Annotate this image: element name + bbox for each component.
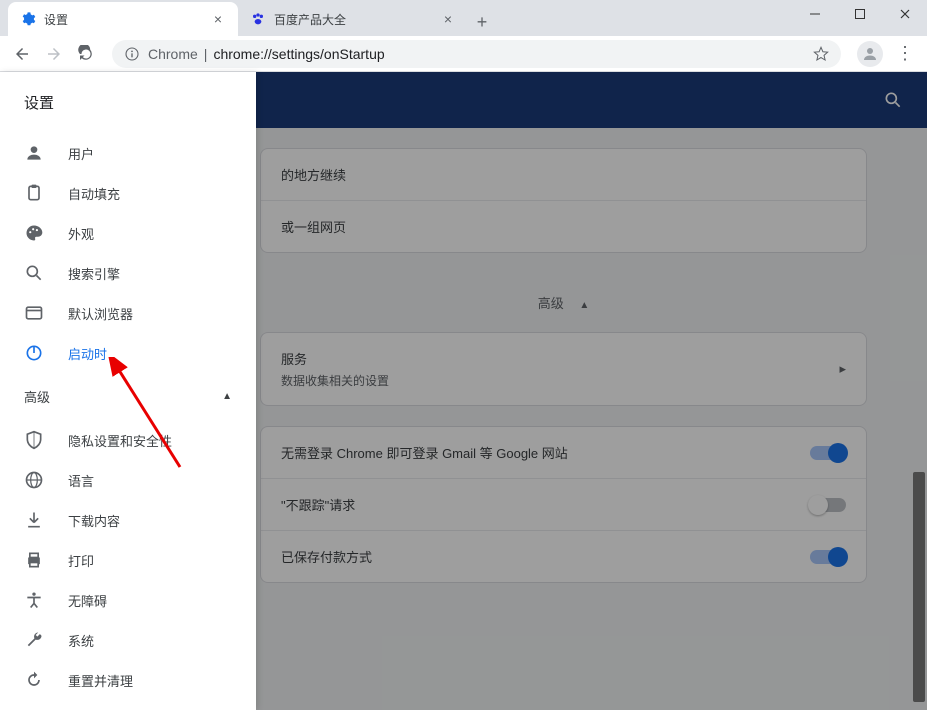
close-window-button[interactable] — [882, 0, 927, 28]
tab-baidu[interactable]: 百度产品大全 × — [238, 2, 468, 36]
baidu-paw-icon — [250, 11, 266, 27]
advanced-label: 高级 — [24, 387, 50, 406]
close-tab-icon[interactable]: × — [440, 11, 456, 27]
clipboard-icon — [24, 183, 44, 203]
minimize-button[interactable] — [792, 0, 837, 28]
person-icon — [24, 143, 44, 163]
profile-avatar[interactable] — [857, 41, 883, 67]
gear-icon — [20, 11, 36, 27]
kebab-menu-button[interactable]: ⋮ — [891, 40, 919, 68]
chrome-info-icon — [124, 46, 140, 62]
tab-strip: 设置 × 百度产品大全 × + — [0, 0, 927, 36]
sidebar-item-label: 隐私设置和安全性 — [68, 431, 172, 450]
shield-icon — [24, 430, 44, 450]
url-path: chrome://settings/onStartup — [213, 46, 384, 62]
sidebar-item-label: 语言 — [68, 471, 94, 490]
sidebar-item-label: 无障碍 — [68, 591, 107, 610]
bookmark-star-icon[interactable] — [813, 46, 829, 62]
tab-settings[interactable]: 设置 × — [8, 2, 238, 36]
sidebar-item-appearance[interactable]: 外观 — [0, 213, 256, 253]
new-tab-button[interactable]: + — [468, 8, 496, 36]
globe-icon — [24, 470, 44, 490]
url-host: Chrome — [148, 46, 198, 62]
browser-icon — [24, 303, 44, 323]
printer-icon — [24, 550, 44, 570]
sidebar-item-label: 下载内容 — [68, 511, 120, 530]
sidebar-item-label: 自动填充 — [68, 184, 120, 203]
maximize-button[interactable] — [837, 0, 882, 28]
download-icon — [24, 510, 44, 530]
sidebar-item-label: 打印 — [68, 551, 94, 570]
palette-icon — [24, 223, 44, 243]
tab-label: 设置 — [44, 11, 68, 28]
tab-label: 百度产品大全 — [274, 11, 346, 28]
reload-button[interactable] — [72, 40, 100, 68]
search-icon — [24, 263, 44, 283]
sidebar-item-system[interactable]: 系统 — [0, 620, 256, 660]
settings-sidebar: 设置 用户 自动填充 外观 搜索引擎 默认浏览器 启动时 高级 ▲ — [0, 72, 256, 710]
sidebar-item-reset[interactable]: 重置并清理 — [0, 660, 256, 700]
sidebar-item-privacy[interactable]: 隐私设置和安全性 — [0, 420, 256, 460]
accessibility-icon — [24, 590, 44, 610]
chevron-up-icon: ▲ — [222, 391, 232, 402]
sidebar-advanced-toggle[interactable]: 高级 ▲ — [0, 373, 256, 420]
wrench-icon — [24, 630, 44, 650]
sidebar-item-default-browser[interactable]: 默认浏览器 — [0, 293, 256, 333]
restore-icon — [24, 670, 44, 690]
sidebar-item-printing[interactable]: 打印 — [0, 540, 256, 580]
close-tab-icon[interactable]: × — [210, 11, 226, 27]
sidebar-item-label: 外观 — [68, 224, 94, 243]
sidebar-item-label: 系统 — [68, 631, 94, 650]
sidebar-item-on-startup[interactable]: 启动时 — [0, 333, 256, 373]
sidebar-item-label: 默认浏览器 — [68, 304, 133, 323]
sidebar-item-downloads[interactable]: 下载内容 — [0, 500, 256, 540]
sidebar-item-label: 搜索引擎 — [68, 264, 120, 283]
sidebar-title: 设置 — [0, 72, 256, 133]
sidebar-item-search-engine[interactable]: 搜索引擎 — [0, 253, 256, 293]
sidebar-item-accessibility[interactable]: 无障碍 — [0, 580, 256, 620]
sidebar-item-languages[interactable]: 语言 — [0, 460, 256, 500]
forward-button[interactable] — [40, 40, 68, 68]
sidebar-item-users[interactable]: 用户 — [0, 133, 256, 173]
back-button[interactable] — [8, 40, 36, 68]
toolbar: Chrome | chrome://settings/onStartup ⋮ — [0, 36, 927, 72]
sidebar-item-autofill[interactable]: 自动填充 — [0, 173, 256, 213]
sidebar-item-label: 用户 — [68, 144, 94, 163]
address-bar[interactable]: Chrome | chrome://settings/onStartup — [112, 40, 841, 68]
sidebar-item-label: 启动时 — [68, 344, 107, 363]
sidebar-item-label: 重置并清理 — [68, 671, 133, 690]
power-icon — [24, 343, 44, 363]
url-separator: | — [204, 46, 208, 62]
